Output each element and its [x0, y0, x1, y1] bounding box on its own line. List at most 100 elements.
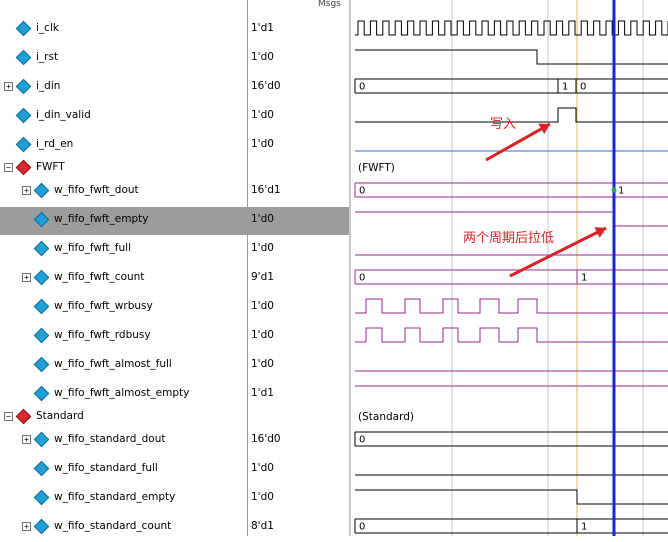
waveform-i-clk[interactable] [355, 20, 668, 36]
signal-value-cell: 1'd0 [248, 352, 349, 380]
bus-value-label: 1 [618, 186, 624, 197]
bus-value-label: 1 [581, 522, 587, 533]
expand-icon[interactable]: + [4, 82, 13, 91]
signal-value-cell: 1'd1 [248, 16, 349, 44]
signal-row-w-fifo-fwft-wrbusy[interactable]: w_fifo_fwft_wrbusy [0, 294, 247, 322]
waveform-w-fifo-fwft-empty[interactable] [355, 211, 668, 227]
signal-icon [33, 356, 50, 373]
signal-value-cell: 8'd1 [248, 514, 349, 542]
collapse-icon[interactable]: − [4, 163, 13, 172]
signal-icon [33, 211, 50, 228]
waveform-i-din[interactable]: 0 1 0 [354, 78, 668, 94]
collapse-icon[interactable]: − [4, 412, 13, 421]
bus-value-label: 0 [359, 82, 365, 93]
signal-value-cell: 16'd0 [248, 74, 349, 102]
signal-name: w_fifo_fwft_empty [54, 213, 149, 225]
bus-value-label: 0 [359, 522, 365, 533]
signal-value: 1'd1 [251, 387, 274, 399]
expand-icon[interactable]: + [22, 522, 31, 531]
waveform-canvas[interactable]: 0 1 0(FWFT)0 10 1(Standard)00 1写入两个周期后拉低 [351, 0, 668, 536]
signal-value-cell: 1'd1 [248, 381, 349, 409]
waveform-pane[interactable]: 0 1 0 (FWFT) 0 1 0 1 (Standard) 0 0 1 写入 两个周期后拉低 [351, 0, 668, 536]
signal-row-w-fifo-fwft-almost-full[interactable]: w_fifo_fwft_almost_full [0, 352, 247, 380]
annotation-text: 两个周期后拉低 [463, 231, 554, 246]
signal-name: w_fifo_fwft_full [54, 242, 131, 254]
signal-value: 1'd0 [251, 329, 274, 341]
group-label: (FWFT) [358, 162, 395, 174]
signal-row-w-fifo-fwft-count[interactable]: + w_fifo_fwft_count [0, 265, 247, 293]
signal-value: 1'd0 [251, 462, 274, 474]
signal-icon [33, 489, 50, 506]
signal-name: i_din [36, 80, 61, 92]
signal-name: w_fifo_fwft_rdbusy [54, 329, 151, 341]
signal-value-cell: 1'd0 [248, 103, 349, 131]
bus-value-label: 0 [359, 273, 365, 284]
bus-value-label: 0 [359, 435, 365, 446]
waveform-w-fifo-fwft-count[interactable]: 01 [354, 269, 668, 285]
waveform-fwft[interactable]: (FWFT) [358, 162, 395, 174]
signal-row-i-din-valid[interactable]: i_din_valid [0, 103, 247, 131]
expand-icon[interactable]: + [22, 273, 31, 282]
signal-value: 9'd1 [251, 271, 274, 283]
signal-row-w-fifo-fwft-empty[interactable]: w_fifo_fwft_empty [0, 207, 247, 235]
signal-icon [15, 49, 32, 66]
signal-row-w-fifo-fwft-full[interactable]: w_fifo_fwft_full [0, 236, 247, 264]
signal-value: 16'd1 [251, 184, 281, 196]
signal-row-w-fifo-standard-empty[interactable]: w_fifo_standard_empty [0, 485, 247, 513]
signal-row-w-fifo-fwft-rdbusy[interactable]: w_fifo_fwft_rdbusy [0, 323, 247, 351]
signal-value-cell: 1'd0 [248, 323, 349, 351]
waveform-w-fifo-fwft-dout[interactable]: 01 [354, 182, 668, 198]
signal-row-i-clk[interactable]: i_clk [0, 16, 247, 44]
signal-icon [33, 431, 50, 448]
annotation-text: 写入 [490, 117, 516, 132]
bus-value-label: 0 [359, 186, 365, 197]
signal-row-w-fifo-standard-dout[interactable]: + w_fifo_standard_dout [0, 427, 247, 455]
signal-icon [33, 460, 50, 477]
waveform-w-fifo-standard-empty[interactable] [355, 489, 668, 505]
bus-value-label: 1 [562, 82, 568, 93]
signal-icon [33, 298, 50, 315]
signal-icon [33, 240, 50, 257]
group-icon [15, 159, 32, 176]
signal-name: w_fifo_standard_empty [54, 491, 176, 503]
signal-name: w_fifo_fwft_almost_full [54, 358, 172, 370]
signal-value-cell: 1'd0 [248, 45, 349, 73]
signal-value-cell: 9'd1 [248, 265, 349, 293]
signal-row-w-fifo-standard-count[interactable]: + w_fifo_standard_count [0, 514, 247, 542]
waveform-i-rst[interactable] [355, 49, 668, 65]
waveform-w-fifo-standard-dout[interactable]: 0 [354, 431, 668, 447]
signal-row-w-fifo-standard-full[interactable]: w_fifo_standard_full [0, 456, 247, 484]
signal-names-pane: i_clk i_rst + i_din i_din_valid i_rd_en − FWFT +… [0, 0, 247, 536]
signal-icon [15, 136, 32, 153]
signal-value: 1'd0 [251, 242, 274, 254]
waveform-w-fifo-fwft-wrbusy[interactable] [355, 298, 668, 314]
signal-name: w_fifo_fwft_almost_empty [54, 387, 190, 399]
expand-icon[interactable]: + [22, 435, 31, 444]
signal-icon [33, 518, 50, 535]
signal-icon [15, 107, 32, 124]
signal-name: i_clk [36, 22, 59, 34]
expand-icon[interactable]: + [22, 186, 31, 195]
signal-value: 1'd0 [251, 138, 274, 150]
signal-value: 16'd0 [251, 80, 281, 92]
signal-name: w_fifo_standard_count [54, 520, 172, 532]
waveform-w-fifo-standard-count[interactable]: 01 [354, 518, 668, 534]
signal-value-cell: 1'd0 [248, 207, 349, 235]
signal-value: 1'd0 [251, 109, 274, 121]
bus-value-label: 0 [580, 82, 586, 93]
signal-values-pane: Msgs 1'd1 1'd0 16'd0 1'd0 1'd0 16'd1 1'd0 1'd0 9… [248, 0, 349, 536]
signal-row-i-rst[interactable]: i_rst [0, 45, 247, 73]
signal-value: 1'd0 [251, 213, 274, 225]
signal-value-cell: 1'd0 [248, 132, 349, 160]
signal-name: w_fifo_standard_full [54, 462, 158, 474]
signal-row-w-fifo-fwft-dout[interactable]: + w_fifo_fwft_dout [0, 178, 247, 206]
signal-value-cell: 1'd0 [248, 485, 349, 513]
signal-name: i_rd_en [36, 138, 74, 150]
signal-row-i-din[interactable]: + i_din [0, 74, 247, 102]
waveform-w-fifo-fwft-rdbusy[interactable] [355, 327, 668, 343]
signal-name: i_rst [36, 51, 59, 63]
waveform-standard[interactable]: (Standard) [358, 411, 414, 423]
signal-icon [33, 182, 50, 199]
signal-name: Standard [36, 410, 84, 422]
signal-name: w_fifo_fwft_count [54, 271, 145, 283]
